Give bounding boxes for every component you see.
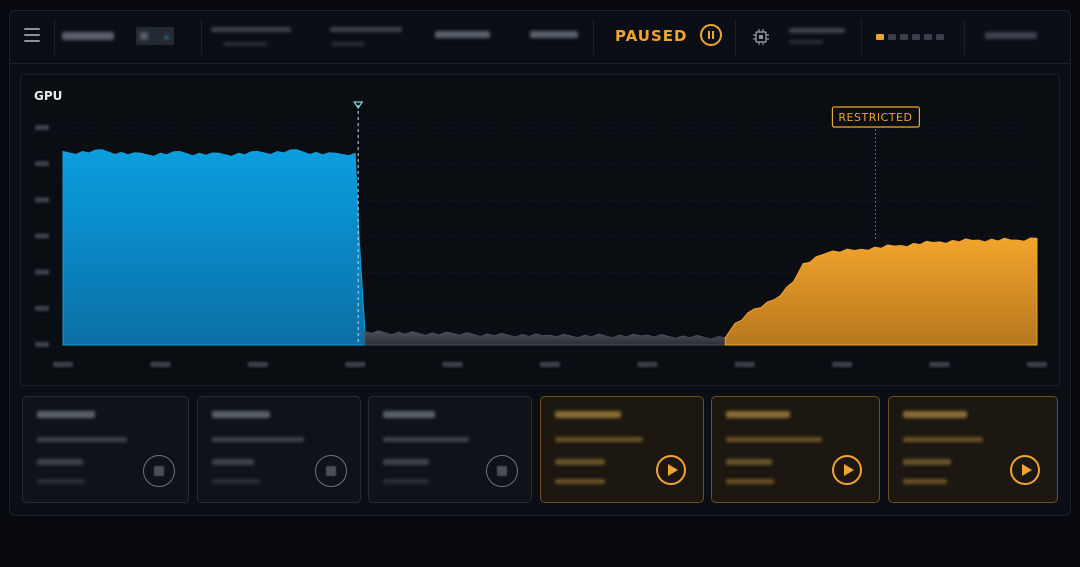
play-icon[interactable] bbox=[656, 455, 686, 485]
redacted-card-line bbox=[903, 437, 983, 442]
page-dots bbox=[876, 34, 944, 40]
thumbnail-icon bbox=[315, 455, 347, 487]
page-dot[interactable] bbox=[876, 34, 884, 40]
redacted-card-line bbox=[726, 437, 822, 442]
redacted-meta-value bbox=[331, 42, 365, 46]
divider bbox=[964, 19, 965, 55]
divider bbox=[201, 19, 202, 55]
redacted-card-meta bbox=[383, 479, 429, 484]
redacted-x-tick bbox=[247, 362, 268, 367]
thumbnail-icon bbox=[143, 455, 175, 487]
redacted-card-title bbox=[383, 411, 435, 418]
redacted-x-tick bbox=[832, 362, 853, 367]
session-card-active[interactable] bbox=[540, 396, 704, 503]
redacted-meta-value bbox=[223, 42, 267, 46]
gpu-chart-panel: GPU RESTRICTED bbox=[20, 74, 1060, 386]
redacted-y-tick bbox=[35, 233, 49, 239]
redacted-card-meta bbox=[37, 479, 85, 484]
redacted-card-title bbox=[555, 411, 621, 418]
page-dot[interactable] bbox=[924, 34, 932, 40]
page-dot[interactable] bbox=[912, 34, 920, 40]
page-dot[interactable] bbox=[900, 34, 908, 40]
redacted-app-name bbox=[62, 32, 114, 40]
series-area bbox=[62, 149, 366, 346]
redacted-card-title bbox=[212, 411, 270, 418]
redacted-x-tick bbox=[345, 362, 366, 367]
redacted-x-tick bbox=[1027, 362, 1047, 367]
session-card-active[interactable] bbox=[711, 396, 880, 503]
page-dot[interactable] bbox=[888, 34, 896, 40]
redacted-card-line bbox=[212, 437, 304, 442]
redacted-card-title bbox=[726, 411, 790, 418]
redacted-device-name bbox=[789, 28, 845, 33]
redacted-card-title bbox=[903, 411, 967, 418]
thumbnail-icon bbox=[486, 455, 518, 487]
session-card[interactable] bbox=[22, 396, 189, 503]
restricted-label: RESTRICTED bbox=[838, 111, 912, 124]
redacted-counter bbox=[530, 31, 578, 38]
app-frame: PAUSED GPU RESTRICTED bbox=[9, 10, 1071, 516]
pause-icon[interactable] bbox=[700, 24, 722, 46]
redacted-card-line bbox=[212, 459, 254, 465]
redacted-card-line bbox=[37, 437, 127, 442]
session-card[interactable] bbox=[197, 396, 361, 503]
redacted-meta-label bbox=[330, 27, 402, 32]
redacted-card-line bbox=[37, 459, 83, 465]
redacted-device-info bbox=[789, 40, 823, 44]
redacted-y-tick bbox=[35, 342, 49, 347]
selector-dot bbox=[165, 36, 168, 39]
redacted-x-tick bbox=[540, 362, 560, 367]
play-icon[interactable] bbox=[832, 455, 862, 485]
divider bbox=[735, 19, 736, 55]
divider bbox=[861, 19, 862, 55]
chip-icon bbox=[753, 29, 769, 45]
redacted-card-meta bbox=[212, 479, 260, 484]
redacted-timestamp bbox=[435, 31, 490, 38]
redacted-card-line bbox=[726, 459, 772, 465]
redacted-card-line bbox=[383, 437, 469, 442]
session-card[interactable] bbox=[368, 396, 532, 503]
redacted-y-tick bbox=[35, 269, 49, 275]
series-area bbox=[364, 330, 726, 346]
redacted-card-line bbox=[903, 459, 951, 465]
redacted-card-line bbox=[555, 459, 605, 465]
redacted-card-meta bbox=[903, 479, 947, 484]
redacted-x-tick bbox=[637, 362, 658, 367]
redacted-x-tick bbox=[53, 362, 73, 367]
top-bar: PAUSED bbox=[10, 11, 1070, 64]
redacted-x-tick bbox=[442, 362, 463, 367]
status-label: PAUSED bbox=[615, 27, 688, 45]
redacted-y-tick bbox=[35, 125, 49, 130]
series-area bbox=[724, 237, 1038, 346]
redacted-card-title bbox=[37, 411, 95, 418]
gpu-chart: RESTRICTED bbox=[35, 101, 1047, 367]
redacted-user[interactable] bbox=[985, 32, 1037, 39]
session-card-active[interactable] bbox=[888, 396, 1058, 503]
page-dot[interactable] bbox=[936, 34, 944, 40]
menu-icon[interactable] bbox=[24, 28, 40, 44]
redacted-card-meta bbox=[726, 479, 774, 484]
redacted-x-tick bbox=[929, 362, 950, 367]
redacted-card-meta bbox=[555, 479, 605, 484]
redacted-card-line bbox=[383, 459, 429, 465]
redacted-x-tick bbox=[734, 362, 755, 367]
divider bbox=[54, 19, 55, 55]
redacted-y-tick bbox=[35, 161, 49, 167]
redacted-card-line bbox=[555, 437, 643, 442]
redacted-y-tick bbox=[35, 305, 49, 311]
play-icon[interactable] bbox=[1010, 455, 1040, 485]
redacted-x-tick bbox=[150, 362, 171, 367]
redacted-y-tick bbox=[35, 197, 49, 203]
redacted-selector-value bbox=[140, 32, 148, 40]
divider bbox=[593, 19, 594, 55]
redacted-meta-label bbox=[211, 27, 291, 32]
